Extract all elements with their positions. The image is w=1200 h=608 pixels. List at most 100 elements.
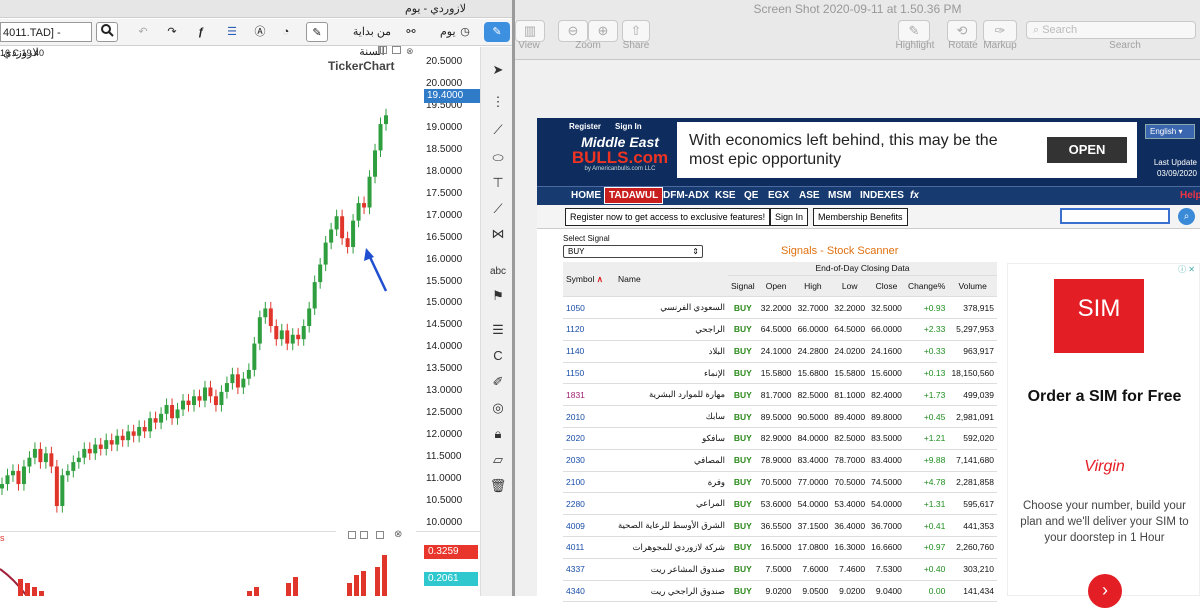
col-header-open[interactable]: Open: [757, 275, 795, 298]
cell-symbol[interactable]: 4340: [563, 580, 615, 603]
signal-select[interactable]: BUY ⇕: [563, 245, 703, 258]
table-row[interactable]: 1831 مهارة للموارد البشرية BUY 81.7000 82.50…: [563, 383, 997, 407]
undo-icon[interactable]: ↶: [133, 22, 153, 42]
sidebar-toggle-icon[interactable]: ▥: [515, 20, 545, 42]
alert-icon[interactable]: Ⓐ: [250, 22, 270, 42]
search-field[interactable]: ⌕ Search: [1026, 21, 1196, 39]
language-select[interactable]: English ▾: [1145, 124, 1195, 139]
virgin-ad[interactable]: ⓘ ✕ SIM Order a SIM for Free Virgin Choo…: [1007, 263, 1200, 608]
table-row[interactable]: 2010 سابك BUY 89.5000 90.5000 89.4000 89.8000 +…: [563, 405, 997, 429]
lock-icon[interactable]: 🔒︎: [489, 425, 507, 443]
nav-ase[interactable]: ASE: [799, 190, 820, 201]
ad-next-icon[interactable]: ›: [1088, 574, 1122, 608]
col-header-change[interactable]: Change%: [904, 275, 949, 298]
paint-icon[interactable]: ✐: [489, 373, 507, 391]
membership-button[interactable]: Membership Benefits: [813, 208, 908, 226]
table-row[interactable]: 1120 الراجحي BUY 64.5000 66.0000 64.5000 66.00…: [563, 318, 997, 341]
name-header[interactable]: Name: [615, 262, 729, 298]
col-header-close[interactable]: Close: [868, 275, 905, 298]
cell-symbol[interactable]: 1831: [563, 383, 615, 407]
col-header-high[interactable]: High: [794, 275, 832, 298]
table-row[interactable]: 4011 شركة لازوردي للمجوهرات BUY 16.5000 17.0…: [563, 536, 997, 559]
nav-egx[interactable]: EGX: [768, 190, 789, 201]
table-row[interactable]: 1050 السعودي الفرنسي BUY 32.2000 32.7000 32.2…: [563, 296, 997, 320]
nav-fx[interactable]: fx: [910, 190, 919, 201]
nav-home[interactable]: HOME: [571, 190, 601, 201]
nav-help[interactable]: Help: [1180, 190, 1200, 201]
channel-icon[interactable]: ⟋: [489, 200, 507, 218]
nav-indexes[interactable]: INDEXES: [860, 190, 904, 201]
trash-icon[interactable]: 🗑︎: [489, 477, 507, 495]
rotate-icon[interactable]: ⟲: [947, 20, 977, 42]
banner-open-button[interactable]: OPEN: [1047, 137, 1127, 163]
cell-symbol[interactable]: 4011: [563, 536, 615, 559]
sign-in-button[interactable]: Sign In: [770, 208, 809, 226]
table-row[interactable]: 4337 صندوق المشاعر ريت BUY 7.5000 7.6000 7.46…: [563, 558, 997, 581]
table-row[interactable]: 1150 الإنماء BUY 15.5800 15.6800 15.5800 15.60…: [563, 362, 997, 385]
speedometer-icon[interactable]: ◔: [276, 22, 296, 42]
indicators-icon[interactable]: ƒ: [191, 22, 211, 42]
nav-msm[interactable]: MSM: [828, 190, 851, 201]
table-row[interactable]: 2100 وفرة BUY 70.5000 77.0000 70.5000 74.5000 +…: [563, 471, 997, 494]
cell-symbol[interactable]: 2100: [563, 471, 615, 494]
flag-icon[interactable]: ⚑: [489, 287, 507, 305]
site-search-icon[interactable]: ⌕: [1178, 208, 1195, 225]
search-icon[interactable]: [96, 22, 118, 42]
cell-symbol[interactable]: 2280: [563, 492, 615, 516]
col-header-signal[interactable]: Signal: [728, 275, 758, 298]
symbol-header[interactable]: Symbol ∧: [563, 262, 615, 298]
clock-icon[interactable]: ◷: [456, 22, 474, 42]
cell-symbol[interactable]: 2030: [563, 449, 615, 472]
zoom-out-icon[interactable]: ⊖: [558, 20, 588, 42]
markup-icon[interactable]: ✑: [983, 20, 1017, 42]
cell-symbol[interactable]: 1120: [563, 318, 615, 341]
col-header-low[interactable]: Low: [831, 275, 869, 298]
nav-kse[interactable]: KSE: [715, 190, 736, 201]
cell-symbol[interactable]: 1140: [563, 340, 615, 363]
indicator-panel[interactable]: s ⊗ 0.3259 0.2061: [0, 529, 480, 596]
cell-symbol[interactable]: 2020: [563, 427, 615, 450]
range-label[interactable]: من بداية السنة: [342, 22, 402, 58]
cell-symbol[interactable]: 1150: [563, 362, 615, 385]
price-chart[interactable]: 16 C:19.40 TickerChart ⊗: [0, 46, 480, 530]
adchoices-icon[interactable]: ⓘ ✕: [1178, 264, 1195, 275]
cell-symbol[interactable]: 4009: [563, 514, 615, 538]
symbol-field[interactable]: 4011.TAD] - لازوردي: [0, 22, 92, 59]
cell-symbol[interactable]: 1050: [563, 296, 615, 320]
chart-type-icon[interactable]: ☰: [222, 22, 242, 42]
redo-icon[interactable]: ↷: [162, 22, 182, 42]
table-row[interactable]: 4340 صندوق الراجحي ريت BUY 9.0200 9.0500 9.02…: [563, 580, 997, 603]
zoom-in-icon[interactable]: ⊕: [588, 20, 618, 42]
cell-symbol[interactable]: 4337: [563, 558, 615, 581]
register-now-button[interactable]: Register now to get access to exclusive …: [565, 208, 771, 226]
nav-dfm-adx[interactable]: DFM-ADX: [663, 190, 709, 201]
share-icon[interactable]: ⇧: [622, 20, 650, 42]
nav-tadawul[interactable]: TADAWUL: [604, 187, 664, 204]
table-row[interactable]: 2020 سافكو BUY 82.9000 84.0000 82.5000 83.5000…: [563, 427, 997, 450]
table-row[interactable]: 2030 المصافي BUY 78.9000 83.4000 78.7000 83.40…: [563, 449, 997, 472]
table-row[interactable]: 1140 البلاد BUY 24.1000 24.2800 24.0200 24.160…: [563, 340, 997, 363]
ellipse-icon[interactable]: ⬭: [489, 149, 507, 167]
site-logo[interactable]: Middle East BULLS.com by Americanbulls.c…: [565, 134, 675, 180]
col-header-volume[interactable]: Volume: [948, 275, 997, 298]
eye-icon[interactable]: ◎: [489, 399, 507, 417]
nav-qe[interactable]: QE: [744, 190, 758, 201]
site-search-input[interactable]: [1060, 208, 1170, 224]
table-row[interactable]: 4009 الشرق الأوسط للرعاية الصحية BUY 36.550…: [563, 514, 997, 538]
text-icon[interactable]: abc: [489, 263, 507, 281]
cursor-icon[interactable]: ➤: [489, 61, 507, 79]
period-label[interactable]: يوم: [440, 22, 456, 42]
lines-icon[interactable]: ☰: [489, 321, 507, 339]
highlight-icon[interactable]: ✎: [898, 20, 930, 42]
sign-in-link[interactable]: Sign In: [615, 122, 642, 131]
cycle-icon[interactable]: C: [489, 347, 507, 365]
fibonacci-icon[interactable]: ⊤: [489, 174, 507, 192]
table-row[interactable]: 2280 المراعي BUY 53.6000 54.0000 53.4000 54.00…: [563, 492, 997, 516]
trend-line-icon[interactable]: ⟋: [489, 121, 507, 139]
draw-mode-icon[interactable]: ✎: [484, 22, 510, 42]
cell-symbol[interactable]: 2010: [563, 405, 615, 429]
link-icon[interactable]: ⚯: [402, 22, 420, 42]
pen-icon[interactable]: ✎: [306, 22, 328, 42]
vertical-line-icon[interactable]: ⋮: [489, 93, 507, 111]
zigzag-icon[interactable]: ⋈: [489, 225, 507, 243]
